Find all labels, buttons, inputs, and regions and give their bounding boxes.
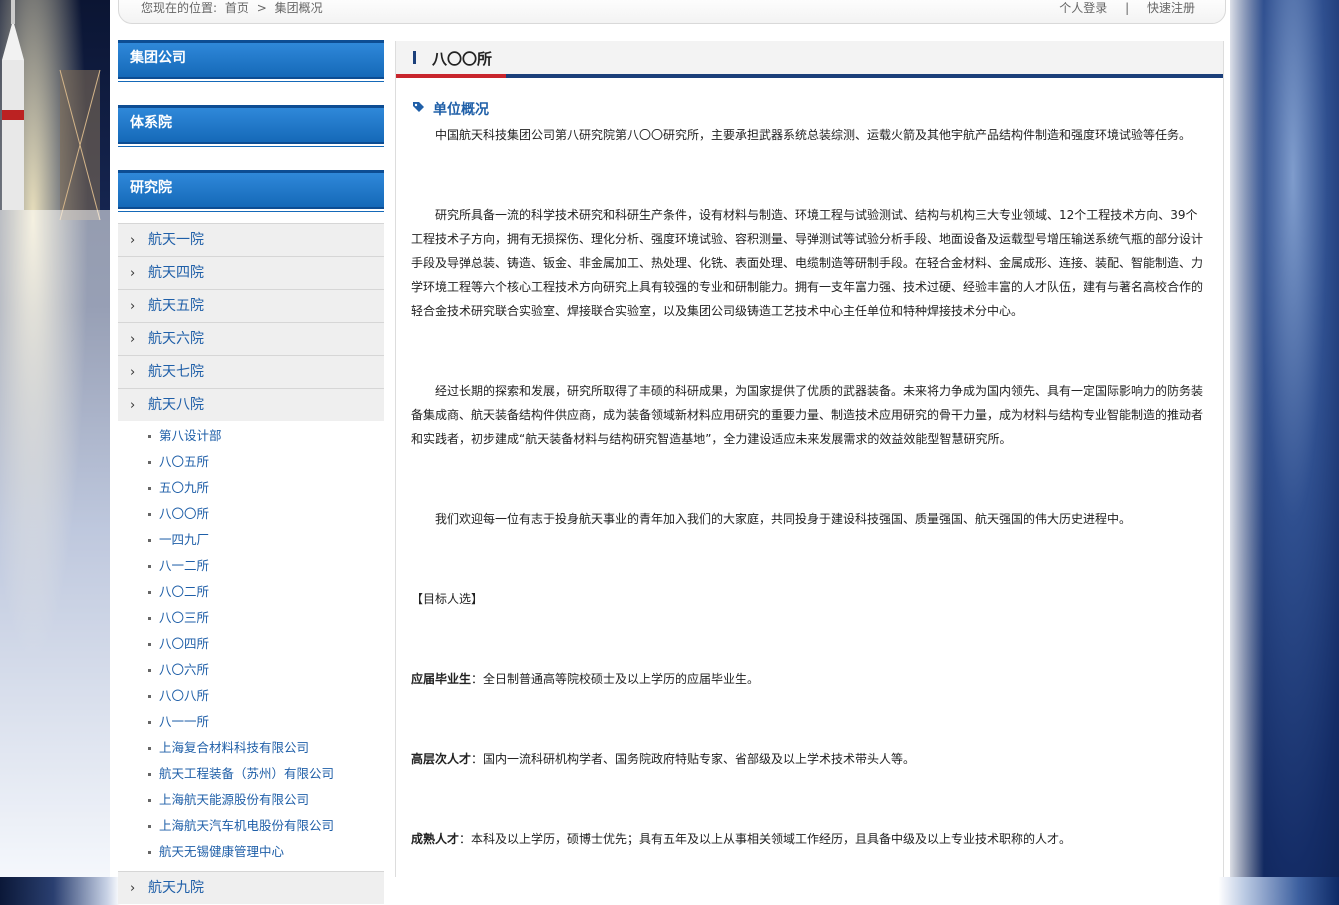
rocket-background-image [0, 0, 110, 877]
target-experienced-label: 成熟人才 [411, 832, 460, 846]
sub-item-label: 八〇八所 [159, 688, 210, 703]
sub-list-item[interactable]: 八〇二所 [118, 579, 384, 605]
sub-list-item[interactable]: 上海航天能源股份有限公司 [118, 787, 384, 813]
chevron-right-icon: › [130, 881, 136, 896]
header-accent-bar [396, 74, 506, 78]
chevron-right-icon: › [130, 266, 136, 281]
chevron-right-icon: › [130, 332, 136, 347]
sub-list-item[interactable]: 航天无锡健康管理中心 [118, 839, 384, 865]
sidebar-category-item[interactable]: › 航天一院 [118, 223, 384, 256]
content-header: 八〇〇所 [396, 41, 1223, 78]
page-title: 八〇〇所 [432, 50, 493, 68]
sky-background-image [1224, 0, 1339, 877]
sub-item-label: 八一一所 [159, 714, 210, 729]
sub-list-item[interactable]: 第八设计部 [118, 423, 384, 449]
sub-list-item[interactable]: 上海复合材料科技有限公司 [118, 735, 384, 761]
sidebar-category-list: › 航天一院 › 航天四院 › 航天五院 › 航天六院 › 航天七院 › 航天八院 第八设计… [118, 223, 384, 904]
sub-list-item[interactable]: 八一二所 [118, 553, 384, 579]
paragraph-achievements: 经过长期的探索和发展，研究所取得了丰硕的科研成果，为国家提供了优质的武器装备。未… [411, 384, 1204, 446]
top-links: 个人登录 | 快速注册 [1059, 0, 1195, 16]
target-graduates-text: ：全日制普通高等院校硕士及以上学历的应届毕业生。 [471, 672, 760, 686]
category-label: 航天七院 [148, 364, 204, 380]
sidebar-category-item[interactable]: › 航天四院 [118, 256, 384, 289]
sidebar-category-item-active[interactable]: › 航天八院 [118, 388, 384, 421]
top-links-divider: | [1125, 1, 1130, 15]
sub-item-label: 上海航天能源股份有限公司 [159, 792, 310, 807]
target-experienced: 成熟人才：本科及以上学历，硕博士优先；具有五年及以上从事相关领域工作经历，且具备… [411, 827, 1209, 851]
paragraph-capabilities: 研究所具备一流的科学技术研究和科研生产条件，设有材料与制造、环境工程与试验测试、… [411, 208, 1204, 318]
top-bar: 您现在的位置: 首页 > 集团概况 个人登录 | 快速注册 [118, 0, 1226, 24]
paragraph-intro: 中国航天科技集团公司第八研究院第八〇〇研究所，主要承担武器系统总装综测、运载火箭… [435, 128, 1192, 142]
breadcrumb: 您现在的位置: 首页 > 集团概况 [141, 0, 327, 16]
sidebar-sub-list: 第八设计部 八〇五所 五〇九所 八〇〇所 一四九厂 八一二所 八〇二所 八〇三所… [118, 421, 384, 871]
sub-list-item[interactable]: 八〇三所 [118, 605, 384, 631]
breadcrumb-separator: > [256, 1, 267, 15]
category-label: 航天八院 [148, 397, 204, 413]
sidebar-category-item[interactable]: › 航天七院 [118, 355, 384, 388]
sub-item-label: 八〇四所 [159, 636, 210, 651]
sidebar: 集团公司 体系院 研究院 › 航天一院 › 航天四院 › 航天五院 › 航天六院 › 航天… [118, 40, 384, 904]
sub-list-item[interactable]: 八〇四所 [118, 631, 384, 657]
sub-item-label: 上海航天汽车机电股份有限公司 [159, 818, 335, 833]
sidebar-group-group-company[interactable]: 集团公司 [118, 40, 384, 82]
sub-list-item[interactable]: 八一一所 [118, 709, 384, 735]
sub-list-item[interactable]: 八〇六所 [118, 657, 384, 683]
sub-item-label: 上海复合材料科技有限公司 [159, 740, 310, 755]
category-label: 航天一院 [148, 232, 204, 248]
target-high-level-text: ：国内一流科研机构学者、国务院政府特贴专家、省部级及以上学术技术带头人等。 [471, 752, 916, 766]
sub-list-item[interactable]: 五〇九所 [118, 475, 384, 501]
sidebar-category-item[interactable]: › 航天六院 [118, 322, 384, 355]
target-graduates-label: 应届毕业生 [411, 672, 472, 686]
sidebar-group-system-academy[interactable]: 体系院 [118, 105, 384, 147]
sub-item-label: 第八设计部 [159, 428, 222, 443]
sub-list-item[interactable]: 八〇八所 [118, 683, 384, 709]
sidebar-group-research-academy[interactable]: 研究院 [118, 170, 384, 212]
sub-item-label: 八一二所 [159, 558, 210, 573]
title-marker [413, 51, 416, 64]
sub-item-label: 八〇三所 [159, 610, 210, 625]
sub-list-item[interactable]: 八〇五所 [118, 449, 384, 475]
target-high-level: 高层次人才：国内一流科研机构学者、国务院政府特贴专家、省部级及以上学术技术带头人… [411, 747, 1209, 771]
category-label: 航天四院 [148, 265, 204, 281]
target-graduates: 应届毕业生：全日制普通高等院校硕士及以上学历的应届毕业生。 [411, 667, 1209, 691]
section-title: 单位概况 [412, 99, 489, 119]
sidebar-category-item[interactable]: › 航天九院 [118, 871, 384, 904]
chevron-right-icon: › [130, 299, 136, 314]
category-label: 航天六院 [148, 331, 204, 347]
login-link[interactable]: 个人登录 [1059, 1, 1107, 15]
sub-item-label: 航天工程装备（苏州）有限公司 [159, 766, 335, 781]
register-link[interactable]: 快速注册 [1147, 1, 1195, 15]
target-heading: 【目标人选】 [411, 592, 484, 606]
category-label: 航天九院 [148, 880, 204, 896]
main-content: 八〇〇所 单位概况 中国航天科技集团公司第八研究院第八〇〇研究所，主要承担武器系… [395, 41, 1224, 877]
sub-item-label: 五〇九所 [159, 480, 210, 495]
sub-item-label: 航天无锡健康管理中心 [159, 844, 285, 859]
sidebar-category-item[interactable]: › 航天五院 [118, 289, 384, 322]
sub-item-label: 八〇五所 [159, 454, 210, 469]
paragraph-welcome: 我们欢迎每一位有志于投身航天事业的青年加入我们的大家庭，共同投身于建设科技强国、… [435, 512, 1132, 526]
target-experienced-text: ：本科及以上学历，硕博士优先；具有五年及以上从事相关领域工作经历，且具备中级及以… [459, 832, 1072, 846]
breadcrumb-current: 集团概况 [274, 1, 323, 15]
tag-icon [412, 101, 425, 118]
sub-list-item[interactable]: 一四九厂 [118, 527, 384, 553]
target-high-level-label: 高层次人才 [411, 752, 472, 766]
sub-list-item[interactable]: 航天工程装备（苏州）有限公司 [118, 761, 384, 787]
chevron-right-icon: › [130, 365, 136, 380]
breadcrumb-home-link[interactable]: 首页 [225, 1, 249, 15]
sub-item-label: 八〇〇所 [159, 506, 210, 521]
sub-list-item[interactable]: 上海航天汽车机电股份有限公司 [118, 813, 384, 839]
chevron-right-icon: › [130, 398, 136, 413]
section-title-text: 单位概况 [433, 102, 489, 118]
page-container: 您现在的位置: 首页 > 集团概况 个人登录 | 快速注册 集团公司 体系院 研… [110, 0, 1230, 904]
chevron-right-icon: › [130, 233, 136, 248]
category-label: 航天五院 [148, 298, 204, 314]
sub-item-label: 八〇六所 [159, 662, 210, 677]
sub-item-label: 八〇二所 [159, 584, 210, 599]
article-body: 中国航天科技集团公司第八研究院第八〇〇研究所，主要承担武器系统总装综测、运载火箭… [411, 123, 1209, 851]
sub-list-item[interactable]: 八〇〇所 [118, 501, 384, 527]
breadcrumb-prefix: 您现在的位置: [141, 1, 218, 15]
sub-item-label: 一四九厂 [159, 532, 210, 547]
